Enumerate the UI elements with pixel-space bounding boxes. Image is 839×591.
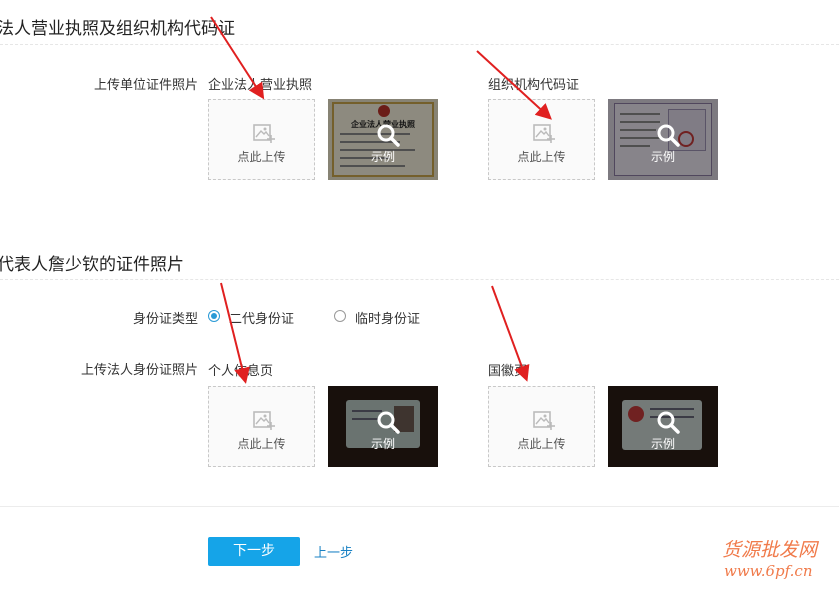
image-placeholder-icon [253, 411, 275, 430]
national-emblem-upload-box[interactable]: 点此上传 [488, 386, 595, 467]
sample-label: 示例 [650, 150, 675, 164]
personal-info-upload-box[interactable]: 点此上传 [208, 386, 315, 467]
upload-text: 点此上传 [517, 437, 566, 451]
org-code-caption: 组织机构代码证 [488, 78, 580, 93]
id-type-label: 身份证类型 [132, 312, 198, 327]
watermark-url: www.6pf.cn [724, 562, 813, 580]
business-license-upload-box[interactable]: 点此上传 [208, 99, 315, 180]
radio-second-gen-id[interactable] [208, 310, 220, 322]
id-back-sample[interactable]: 示例 [608, 386, 718, 467]
section-title-representative-id: 代表人詹少钦的证件照片 [0, 255, 184, 275]
radio-temporary-id-label[interactable]: 临时身份证 [355, 308, 420, 327]
next-step-button[interactable]: 下一步 [208, 537, 300, 566]
business-license-caption: 企业法人营业执照 [208, 78, 313, 93]
upload-text: 点此上传 [237, 437, 286, 451]
org-code-upload-box[interactable]: 点此上传 [488, 99, 595, 180]
id-front-sample[interactable]: 示例 [328, 386, 438, 467]
magnifier-icon [657, 411, 680, 434]
image-placeholder-icon [533, 411, 555, 430]
upload-text: 点此上传 [517, 150, 566, 164]
magnifier-icon [377, 411, 400, 434]
section-divider [0, 279, 839, 280]
magnifier-icon [377, 124, 400, 147]
upload-legal-id-label: 上传法人身份证照片 [80, 363, 198, 378]
radio-temporary-id[interactable] [334, 310, 346, 322]
image-placeholder-icon [533, 124, 555, 143]
sample-label: 示例 [370, 150, 395, 164]
business-license-sample[interactable]: 企业法人营业执照 示例 [328, 99, 438, 180]
radio-second-gen-id-label[interactable]: 二代身份证 [229, 308, 294, 327]
sample-label: 示例 [370, 437, 395, 451]
org-code-sample[interactable]: 示例 [608, 99, 718, 180]
section-title-business-license: 法人营业执照及组织机构代码证 [0, 19, 235, 39]
image-placeholder-icon [253, 124, 275, 143]
national-emblem-page-caption: 国徽页 [488, 364, 528, 379]
previous-step-link[interactable]: 上一步 [314, 542, 353, 561]
watermark-title: 货源批发网 [722, 539, 818, 561]
magnifier-icon [657, 124, 680, 147]
footer-divider [0, 506, 839, 507]
section-divider [0, 44, 839, 45]
upload-unit-label: 上传单位证件照片 [93, 78, 198, 93]
sample-label: 示例 [650, 437, 675, 451]
personal-info-page-caption: 个人信息页 [208, 364, 274, 379]
upload-text: 点此上传 [237, 150, 286, 164]
